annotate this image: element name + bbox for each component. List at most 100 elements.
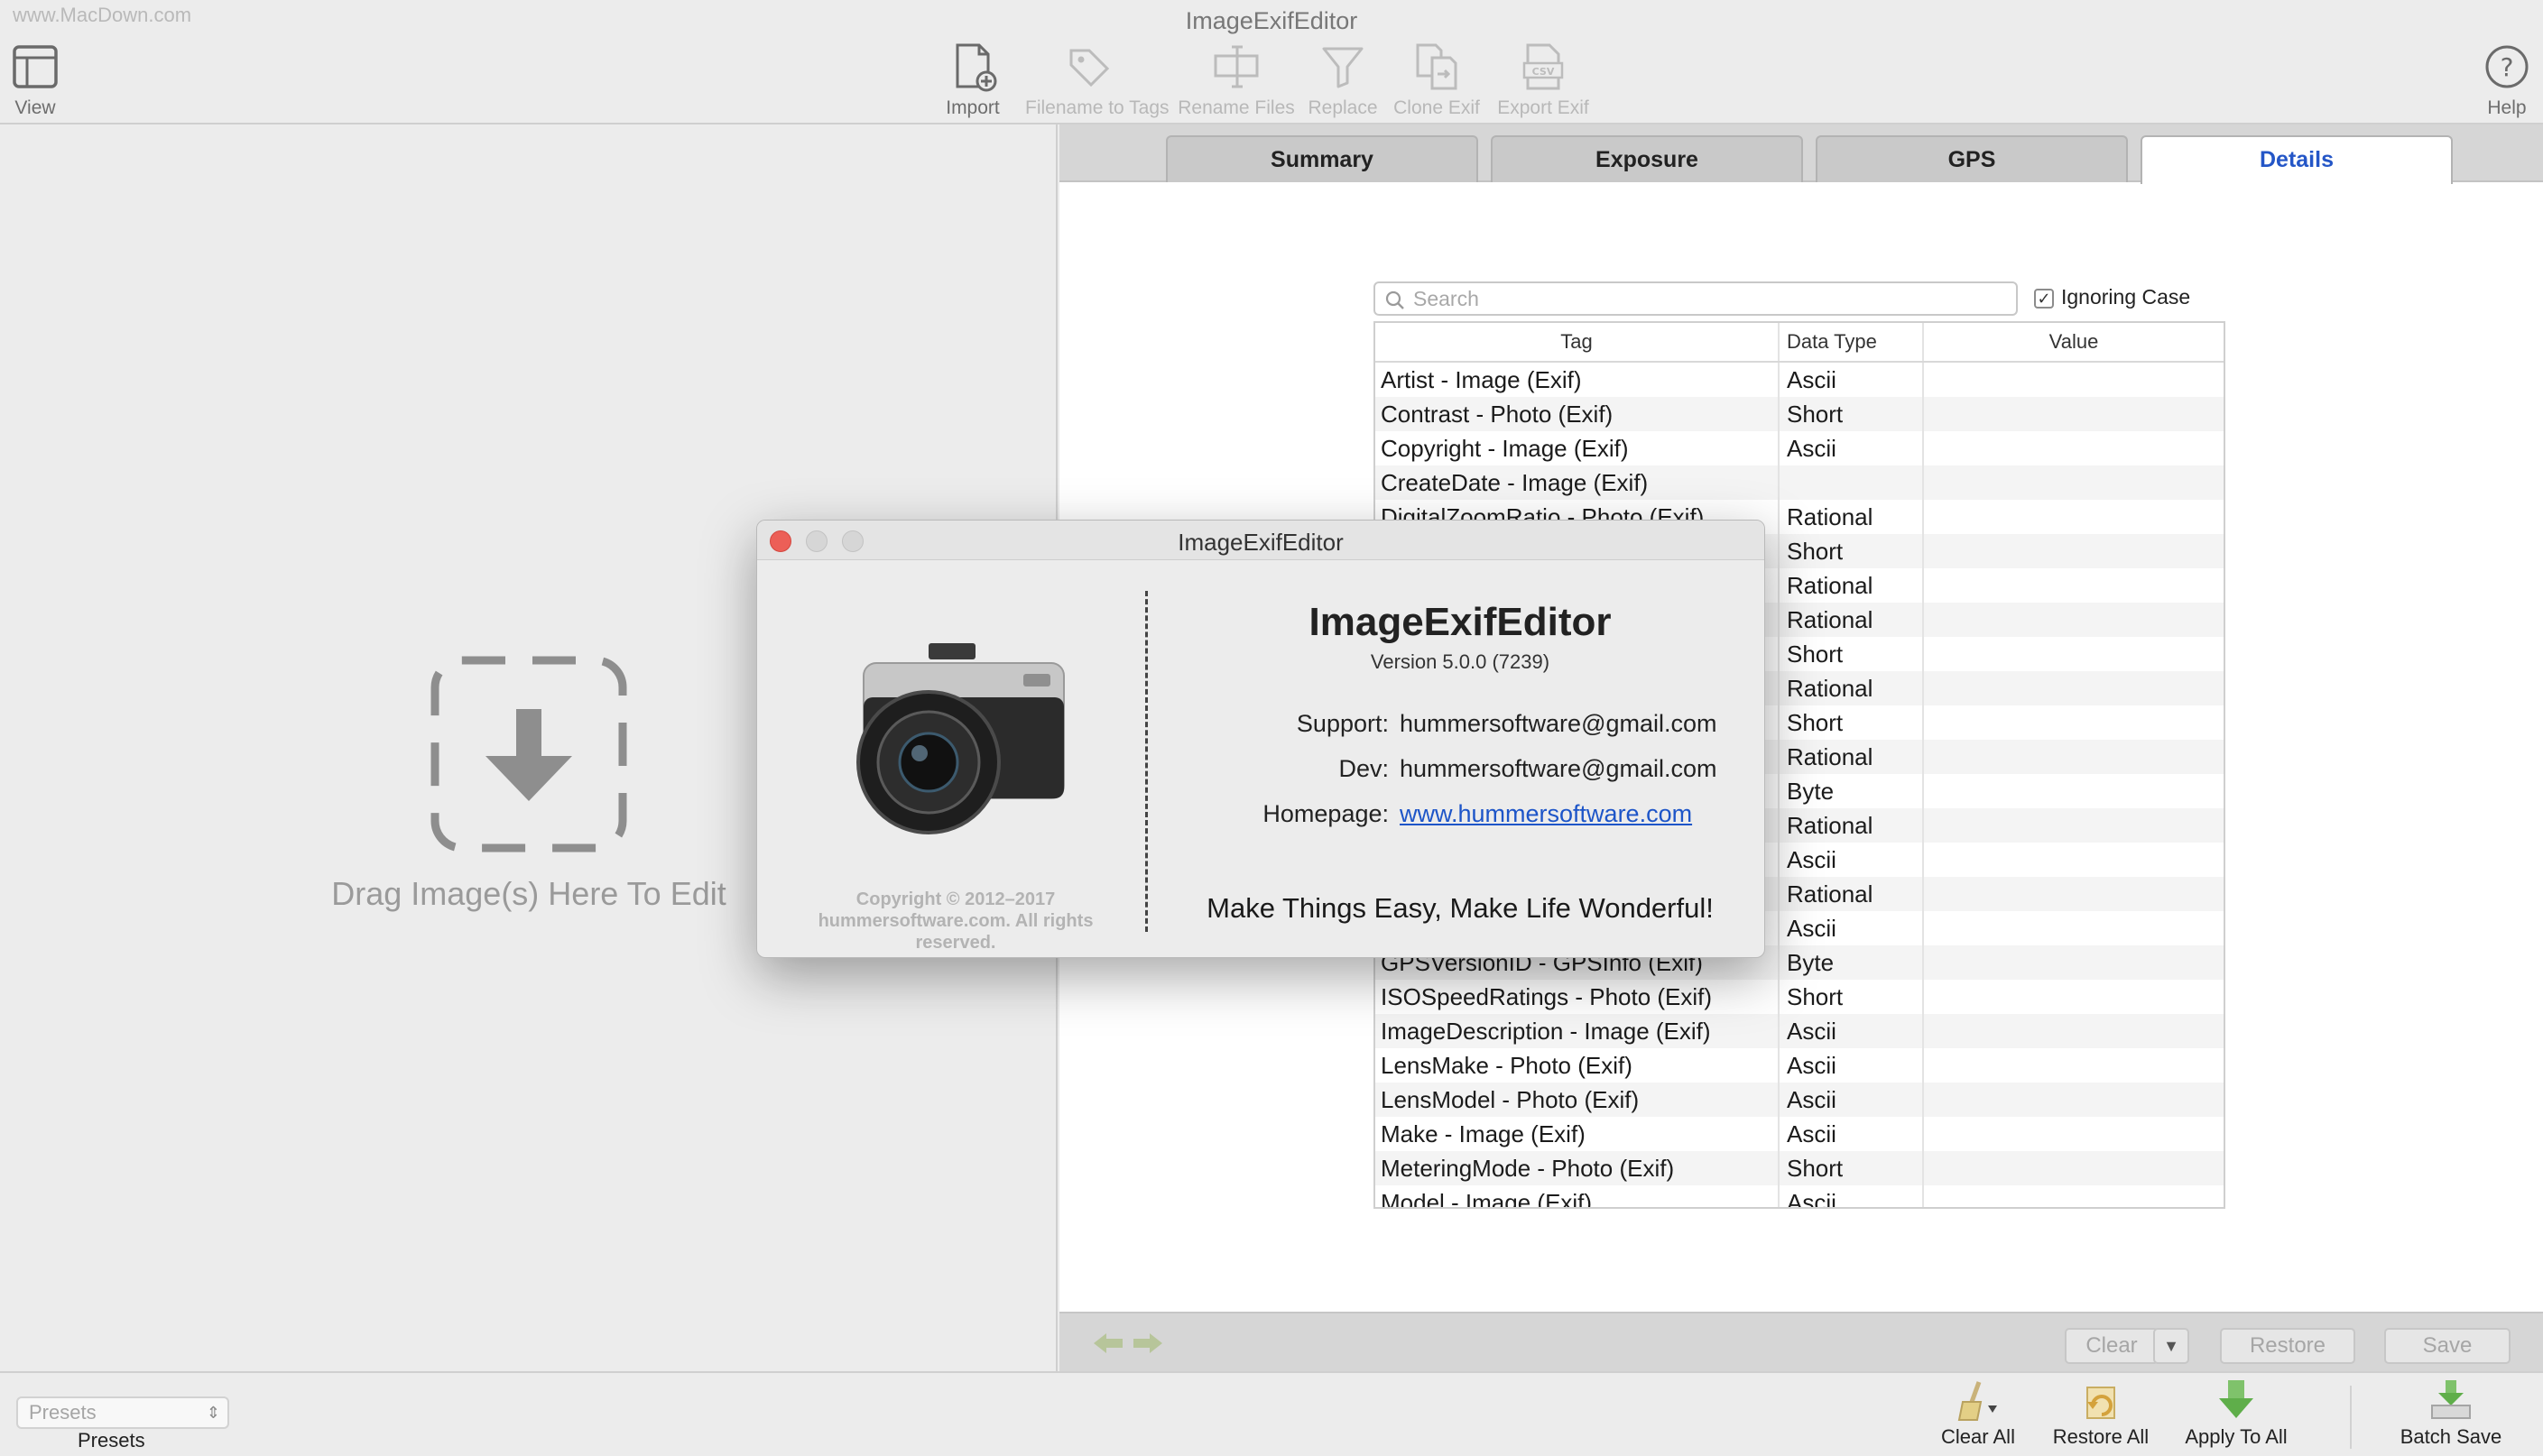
clear-dropdown-chevron-icon[interactable]: ▼ <box>2153 1328 2189 1364</box>
tab-details[interactable]: Details <box>2141 135 2453 184</box>
value-cell[interactable] <box>1924 1185 2224 1207</box>
tag-cell: Model - Image (Exif) <box>1375 1185 1780 1207</box>
value-cell[interactable] <box>1924 431 2224 465</box>
filename-to-tags-button[interactable]: Filename to Tags <box>1025 40 1170 119</box>
value-cell[interactable] <box>1924 740 2224 774</box>
window-title: ImageExifEditor <box>1185 7 1358 34</box>
view-label: View <box>14 97 56 118</box>
value-cell[interactable] <box>1924 500 2224 534</box>
value-cell[interactable] <box>1924 945 2224 980</box>
search-field[interactable] <box>1373 281 2018 316</box>
value-cell[interactable] <box>1924 911 2224 945</box>
table-header: Tag Data Type Value <box>1375 323 2224 363</box>
tab-exposure[interactable]: Exposure <box>1491 135 1803 182</box>
column-header-tag[interactable]: Tag <box>1375 323 1780 361</box>
svg-text:?: ? <box>2501 52 2514 82</box>
app-version: Version 5.0.0 (7239) <box>1370 650 1550 673</box>
export-exif-button[interactable]: CSV Export Exif <box>1480 40 1606 119</box>
tag-icon <box>1069 49 1110 88</box>
search-input[interactable] <box>1413 285 2009 312</box>
table-row[interactable]: LensModel - Photo (Exif) Ascii <box>1375 1083 2224 1117</box>
homepage-link[interactable]: www.hummersoftware.com <box>1400 800 1692 828</box>
value-cell[interactable] <box>1924 534 2224 568</box>
next-arrow-icon[interactable] <box>1130 1330 1166 1357</box>
help-icon: ? <box>2485 45 2529 88</box>
data-type-cell: Byte <box>1780 774 1924 808</box>
batch-save-button[interactable]: Batch Save <box>2379 1378 2523 1449</box>
import-label: Import <box>946 97 1000 118</box>
support-email: hummersoftware@gmail.com <box>1400 710 1717 737</box>
table-row[interactable]: Contrast - Photo (Exif) Short <box>1375 397 2224 431</box>
data-type-cell: Ascii <box>1780 1117 1924 1151</box>
help-label: Help <box>2487 97 2527 118</box>
bottom-bar: Presets ⇕ Presets Clear All Restore All … <box>0 1371 2543 1456</box>
value-cell[interactable] <box>1924 568 2224 603</box>
import-button[interactable]: Import <box>910 40 1036 119</box>
filter-icon <box>1322 47 1364 88</box>
value-cell[interactable] <box>1924 705 2224 740</box>
value-cell[interactable] <box>1924 774 2224 808</box>
data-type-cell: Rational <box>1780 808 1924 843</box>
apply-to-all-button[interactable]: Apply To All <box>2164 1378 2308 1449</box>
data-type-cell: Ascii <box>1780 1014 1924 1048</box>
value-cell[interactable] <box>1924 980 2224 1014</box>
value-cell[interactable] <box>1924 1083 2224 1117</box>
table-row[interactable]: Make - Image (Exif) Ascii <box>1375 1117 2224 1151</box>
edit-actions-bar: Clear ▼ Restore Save <box>1059 1312 2543 1371</box>
table-row[interactable]: ImageDescription - Image (Exif) Ascii <box>1375 1014 2224 1048</box>
ignoring-case-checkbox[interactable]: ✓ Ignoring Case <box>2034 285 2190 309</box>
rename-icon <box>1214 45 1259 88</box>
value-cell[interactable] <box>1924 603 2224 637</box>
value-cell[interactable] <box>1924 1151 2224 1185</box>
data-type-cell: Ascii <box>1780 911 1924 945</box>
tag-cell: ImageDescription - Image (Exif) <box>1375 1014 1780 1048</box>
data-type-cell: Short <box>1780 980 1924 1014</box>
value-cell[interactable] <box>1924 1014 2224 1048</box>
table-row[interactable]: Copyright - Image (Exif) Ascii <box>1375 431 2224 465</box>
data-type-cell: Rational <box>1780 671 1924 705</box>
presets-select[interactable]: Presets ⇕ <box>16 1396 229 1429</box>
value-cell[interactable] <box>1924 397 2224 431</box>
tag-cell: ISOSpeedRatings - Photo (Exif) <box>1375 980 1780 1014</box>
clear-button[interactable]: Clear <box>2065 1328 2159 1364</box>
value-cell[interactable] <box>1924 465 2224 500</box>
value-cell[interactable] <box>1924 637 2224 671</box>
tag-cell: Artist - Image (Exif) <box>1375 363 1780 397</box>
data-type-cell: Rational <box>1780 740 1924 774</box>
ignoring-case-label: Ignoring Case <box>2061 285 2191 309</box>
restore-button[interactable]: Restore <box>2220 1328 2355 1364</box>
data-type-cell: Short <box>1780 397 1924 431</box>
value-cell[interactable] <box>1924 843 2224 877</box>
table-row[interactable]: ISOSpeedRatings - Photo (Exif) Short <box>1375 980 2224 1014</box>
value-cell[interactable] <box>1924 671 2224 705</box>
restore-all-button[interactable]: Restore All <box>2029 1378 2173 1449</box>
data-type-cell: Ascii <box>1780 363 1924 397</box>
tab-gps[interactable]: GPS <box>1816 135 2128 182</box>
column-header-value[interactable]: Value <box>1924 323 2224 361</box>
table-row[interactable]: CreateDate - Image (Exif) <box>1375 465 2224 500</box>
presets-select-value: Presets <box>29 1401 97 1424</box>
tag-cell: CreateDate - Image (Exif) <box>1375 465 1780 500</box>
value-cell[interactable] <box>1924 808 2224 843</box>
table-row[interactable]: MeteringMode - Photo (Exif) Short <box>1375 1151 2224 1185</box>
value-cell[interactable] <box>1924 1048 2224 1083</box>
data-type-cell: Short <box>1780 705 1924 740</box>
help-button[interactable]: ? Help <box>2444 40 2543 119</box>
value-cell[interactable] <box>1924 363 2224 397</box>
save-button[interactable]: Save <box>2384 1328 2511 1364</box>
dev-email: hummersoftware@gmail.com <box>1400 755 1717 782</box>
previous-arrow-icon[interactable] <box>1090 1330 1126 1357</box>
view-button[interactable]: View <box>0 40 98 119</box>
presets-label: Presets <box>78 1429 145 1451</box>
table-row[interactable]: Model - Image (Exif) Ascii <box>1375 1185 2224 1207</box>
column-header-data-type[interactable]: Data Type <box>1780 323 1924 361</box>
data-type-cell <box>1780 465 1924 500</box>
value-cell[interactable] <box>1924 877 2224 911</box>
clone-icon <box>1416 43 1457 90</box>
table-row[interactable]: Artist - Image (Exif) Ascii <box>1375 363 2224 397</box>
value-cell[interactable] <box>1924 1117 2224 1151</box>
table-row[interactable]: LensMake - Photo (Exif) Ascii <box>1375 1048 2224 1083</box>
tag-cell: Copyright - Image (Exif) <box>1375 431 1780 465</box>
tab-summary[interactable]: Summary <box>1166 135 1478 182</box>
data-type-cell: Short <box>1780 534 1924 568</box>
